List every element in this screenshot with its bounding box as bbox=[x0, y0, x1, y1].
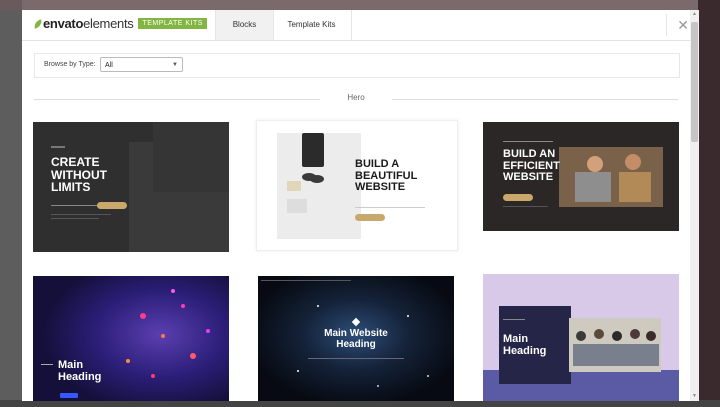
filter-bar: Browse by Type: All ▼ bbox=[34, 53, 680, 78]
card-heading: CREATE WITHOUT LIMITS bbox=[51, 155, 107, 195]
template-card[interactable]: CREATE WITHOUT LIMITS bbox=[33, 122, 229, 252]
chevron-down-icon: ▼ bbox=[172, 62, 178, 68]
card-heading: Main Heading bbox=[58, 359, 102, 383]
template-library-modal: envatoelements TEMPLATE KITS Blocks Temp… bbox=[22, 10, 699, 401]
background-editor-top bbox=[22, 0, 720, 10]
card-heading: BUILD AN EFFICIENT WEBSITE bbox=[503, 148, 560, 184]
template-card[interactable]: BUILD A BEAUTIFUL WEBSITE bbox=[256, 120, 458, 251]
card-heading: BUILD A BEAUTIFUL WEBSITE bbox=[355, 158, 418, 194]
logo-product: elements bbox=[83, 16, 134, 31]
scrollbar-thumb[interactable] bbox=[691, 22, 698, 142]
close-divider bbox=[666, 14, 667, 36]
card-button bbox=[97, 202, 127, 209]
close-icon[interactable]: ✕ bbox=[677, 15, 689, 35]
template-card[interactable]: BUILD AN EFFICIENT WEBSITE bbox=[483, 122, 679, 231]
browse-type-select[interactable]: All ▼ bbox=[100, 57, 183, 72]
section-divider: Hero bbox=[34, 93, 678, 105]
card-button bbox=[503, 194, 533, 201]
tab-template-kits[interactable]: Template Kits bbox=[272, 10, 352, 40]
modal-scrollbar[interactable]: ▲ ▼ bbox=[690, 10, 699, 401]
browse-type-label: Browse by Type: bbox=[44, 61, 96, 68]
modal-header: envatoelements TEMPLATE KITS Blocks Temp… bbox=[22, 10, 699, 41]
scroll-down-icon[interactable]: ▼ bbox=[690, 392, 699, 401]
background-editor-left bbox=[0, 0, 22, 407]
template-card[interactable]: Main Website Heading bbox=[258, 276, 454, 401]
browse-type-value: All bbox=[105, 62, 113, 69]
tab-blocks[interactable]: Blocks bbox=[215, 10, 274, 40]
template-card[interactable]: Main Heading bbox=[483, 274, 679, 401]
section-title: Hero bbox=[347, 93, 365, 102]
card-heading: Main Website Heading bbox=[324, 328, 388, 350]
card-heading: Main Heading bbox=[503, 333, 547, 357]
template-kits-badge: TEMPLATE KITS bbox=[138, 18, 207, 29]
scroll-up-icon[interactable]: ▲ bbox=[690, 10, 699, 19]
logo-brand: envato bbox=[43, 16, 84, 31]
card-button bbox=[355, 214, 385, 221]
background-editor-bottom bbox=[0, 400, 720, 407]
template-card[interactable]: Main Heading bbox=[33, 276, 229, 401]
envato-leaf-icon bbox=[33, 18, 43, 29]
envato-elements-logo: envatoelements TEMPLATE KITS bbox=[33, 16, 207, 31]
background-editor-right bbox=[698, 0, 720, 407]
